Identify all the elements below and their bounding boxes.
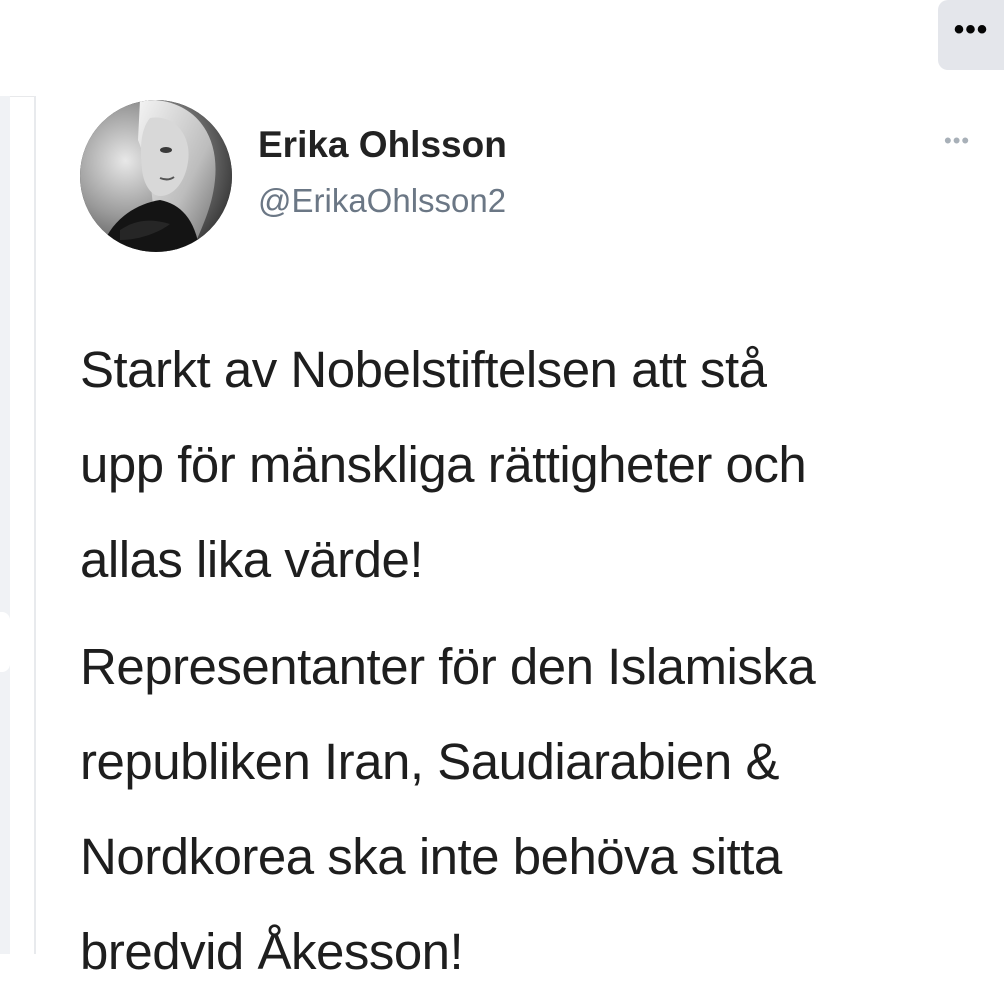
tweet-paragraph: Starkt av Nobelstiftelsen att stå upp fö… xyxy=(80,322,980,607)
tweet-more-icon[interactable]: ••• xyxy=(944,130,970,152)
gutter-notch xyxy=(0,612,10,672)
tweet-text-line: Representanter för den Islamiska xyxy=(80,638,816,695)
tweet-text: Starkt av Nobelstiftelsen att stå upp fö… xyxy=(80,322,980,999)
more-horizontal-icon: ••• xyxy=(953,13,989,46)
tweet-paragraph: Representanter för den Islamiska republi… xyxy=(80,619,980,999)
more-options-button[interactable]: ••• xyxy=(938,0,1004,70)
left-gutter xyxy=(0,96,10,954)
tweet-text-line: bredvid Åkesson! xyxy=(80,923,464,980)
top-bar: ••• xyxy=(0,0,1004,97)
tweet-text-line: allas lika värde! xyxy=(80,531,424,588)
avatar-photo xyxy=(80,100,232,252)
tweet-text-line: Starkt av Nobelstiftelsen att stå xyxy=(80,341,767,398)
tweet-text-line: Nordkorea ska inte behöva sitta xyxy=(80,828,782,885)
avatar[interactable] xyxy=(80,100,232,252)
author-name[interactable]: Erika Ohlsson xyxy=(258,124,507,166)
tweet-card: Erika Ohlsson @ErikaOhlsson2 ••• Starkt … xyxy=(36,96,1004,980)
author-handle[interactable]: @ErikaOhlsson2 xyxy=(258,182,506,220)
tweet-text-line: upp för mänskliga rättigheter och xyxy=(80,436,807,493)
tweet-text-line: republiken Iran, Saudiarabien & xyxy=(80,733,779,790)
